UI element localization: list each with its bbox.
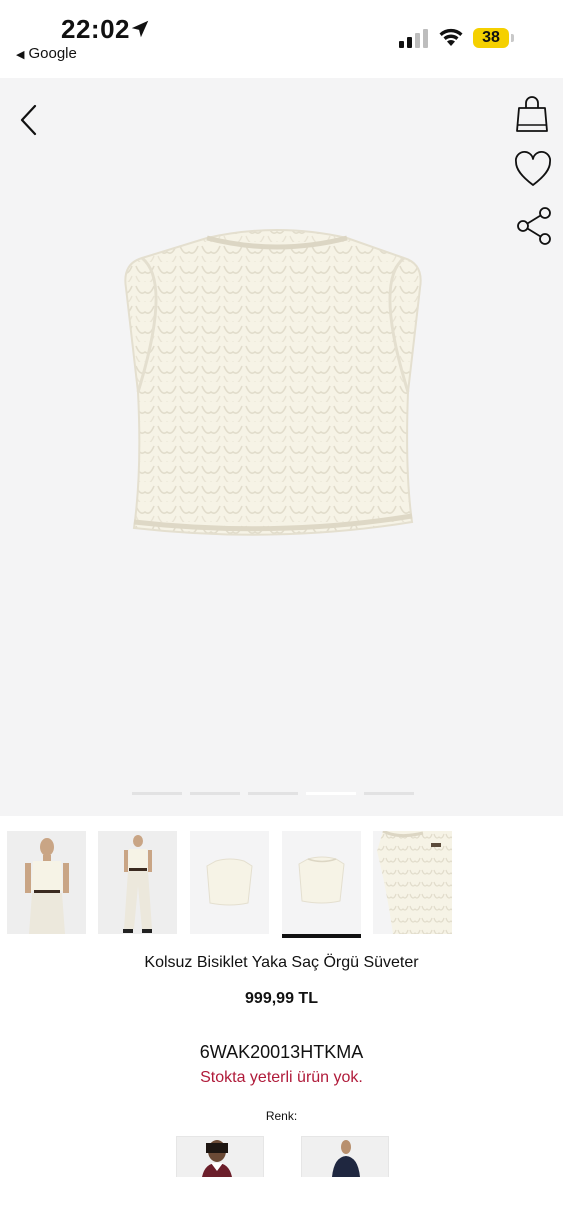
status-bar: 22:02 ◀ Google 38 [0,0,563,78]
product-title: Kolsuz Bisiklet Yaka Saç Örgü Süveter [144,954,419,971]
location-arrow-icon [131,20,149,38]
battery-tip [511,34,514,42]
thumbnail-model-front-crop[interactable] [7,831,86,934]
stock-status: Stokta yeterli ürün yok. [200,1069,363,1086]
thumbnail-vest-front-selected[interactable] [282,831,361,938]
gallery-dot[interactable] [364,792,414,795]
product-photo-vest [124,229,422,536]
back-app-label: Google [28,45,77,62]
thumbnail-vest-detail[interactable] [373,831,452,934]
product-price: 999,99 TL [245,990,318,1007]
wifi-icon [439,28,463,46]
thumbnail-vest-back[interactable] [190,831,269,934]
back-to-app-link[interactable]: ◀ Google [16,45,77,62]
gallery-pagination [132,792,414,796]
gallery-dot[interactable] [190,792,240,795]
share-icon[interactable] [515,206,553,246]
gallery-dot[interactable] [248,792,298,795]
gallery-dot[interactable] [132,792,182,795]
color-swatch-burgundy[interactable] [176,1136,264,1177]
thumbnail-model-full[interactable] [98,831,177,934]
color-swatch-navy[interactable] [301,1136,389,1177]
heart-icon[interactable] [513,150,553,190]
battery-indicator: 38 [473,28,509,48]
shopping-bag-icon[interactable] [514,94,550,134]
gallery-dot-active[interactable] [306,792,356,795]
cellular-signal-icon [399,29,428,48]
back-triangle-icon: ◀ [16,49,25,61]
color-label: Renk: [265,1109,298,1123]
thumbnail-strip [0,826,563,938]
product-sku: 6WAK20013HTKMA [199,1042,364,1062]
status-time: 22:02 [61,14,130,44]
chevron-left-icon[interactable] [14,100,44,140]
